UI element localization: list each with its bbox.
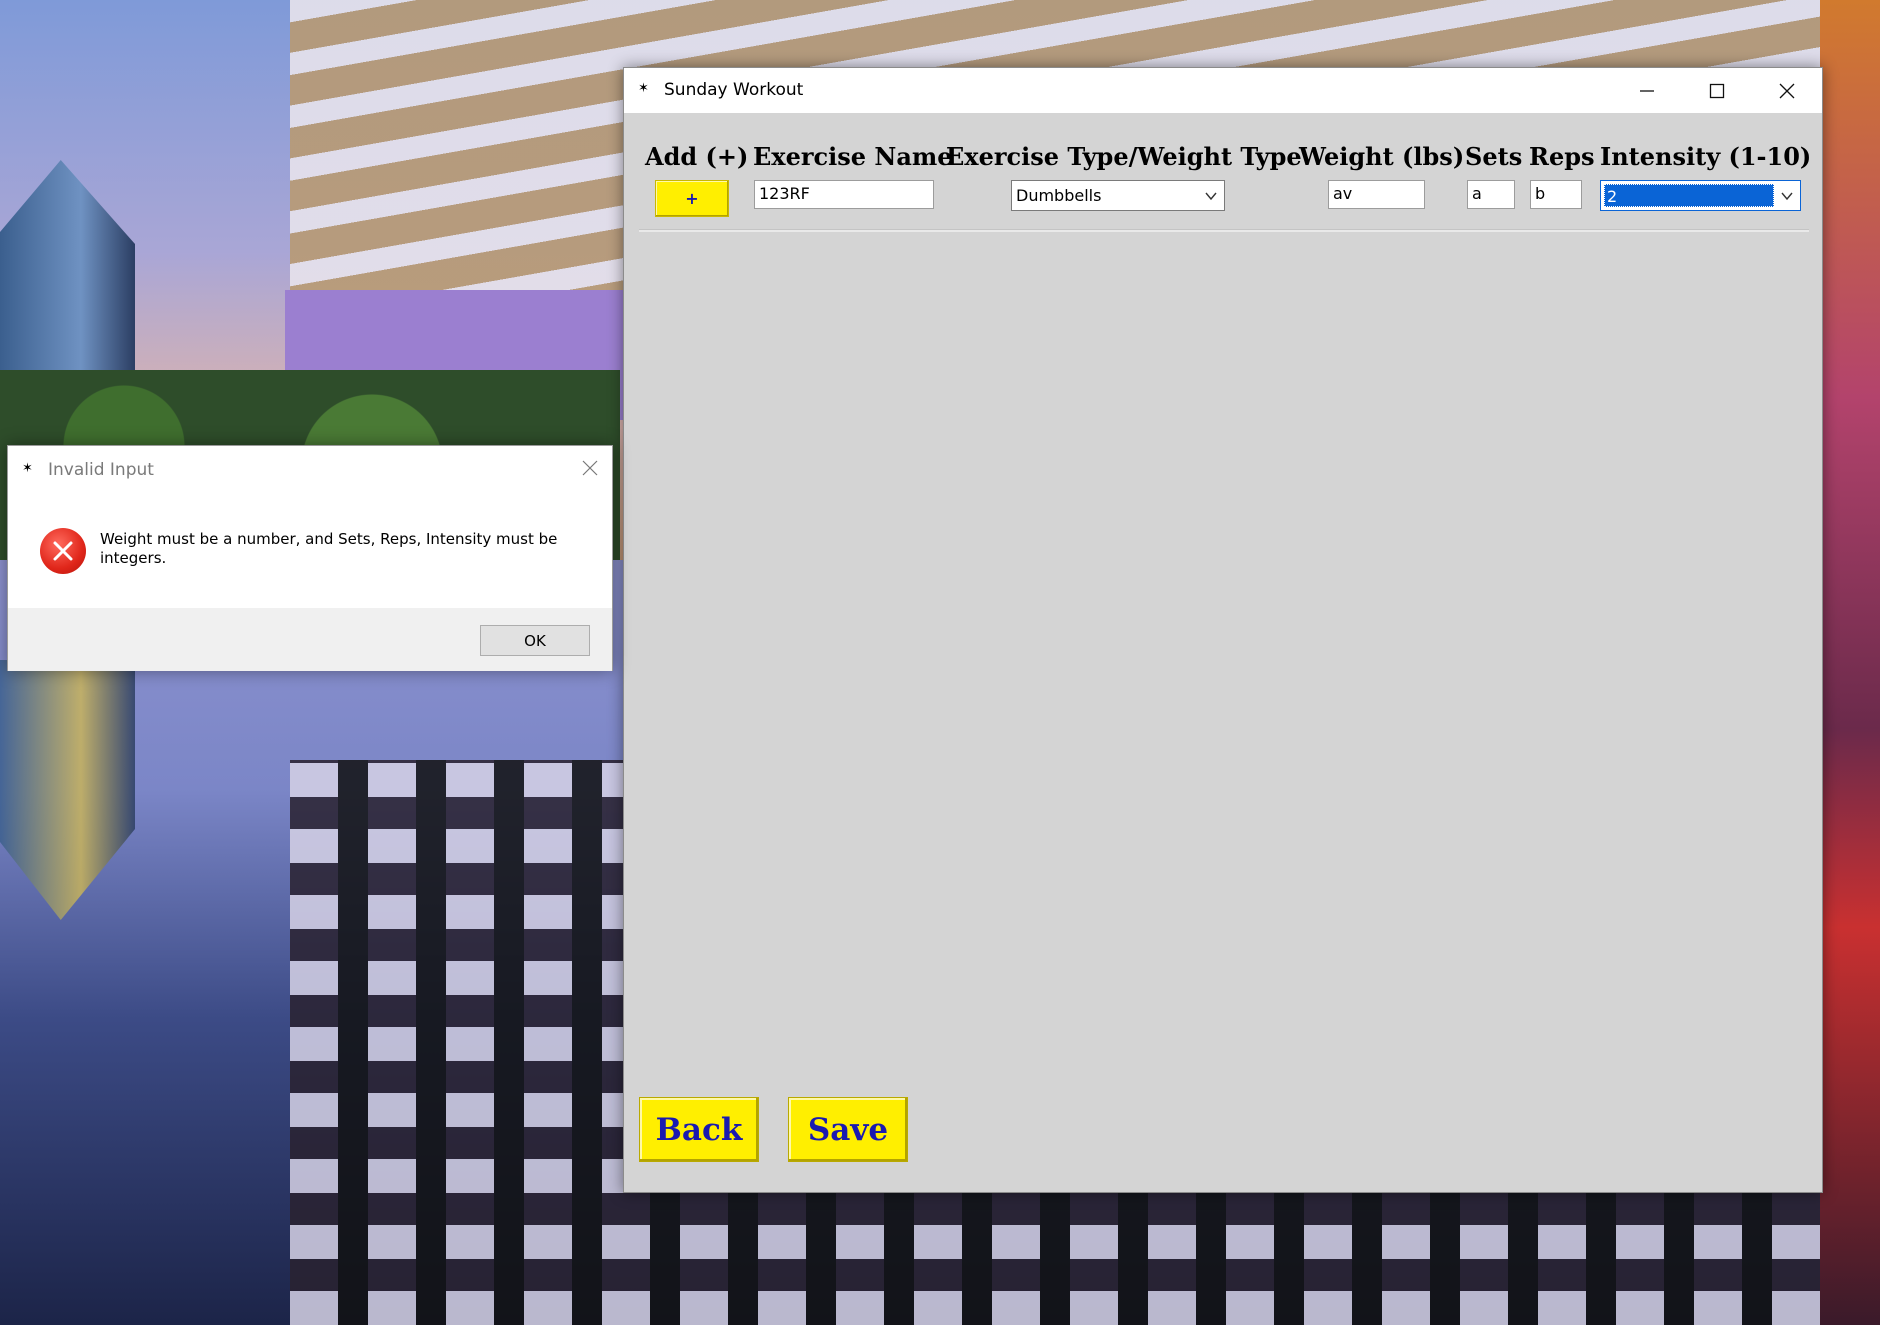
weight-input[interactable]: av <box>1328 180 1425 209</box>
header-weight: Weight (lbs) <box>1299 142 1465 171</box>
header-intensity: Intensity (1-10) <box>1600 142 1812 171</box>
invalid-input-dialog: ✶ Invalid Input Weight must be a number,… <box>7 445 613 671</box>
back-button[interactable]: Back <box>639 1097 759 1162</box>
header-reps: Reps <box>1529 142 1595 171</box>
header-exercise-name: Exercise Name <box>753 142 953 171</box>
app-feather-icon: ✶ <box>638 81 649 96</box>
intensity-select[interactable]: 2 <box>1600 180 1801 211</box>
close-icon <box>1779 83 1795 98</box>
close-button[interactable] <box>1752 68 1822 113</box>
add-exercise-button[interactable]: + <box>655 180 729 217</box>
dialog-message: Weight must be a number, and Sets, Reps,… <box>100 530 558 567</box>
maximize-button[interactable] <box>1682 68 1752 113</box>
header-exercise-type: Exercise Type/Weight Type <box>946 142 1302 171</box>
wallpaper-city-lights <box>1820 0 1880 1325</box>
header-add: Add (+) <box>645 142 749 171</box>
error-icon <box>40 528 86 574</box>
intensity-value: 2 <box>1604 184 1774 207</box>
dialog-title: Invalid Input <box>48 460 154 480</box>
minimize-button[interactable] <box>1612 68 1682 113</box>
header-sets: Sets <box>1465 142 1523 171</box>
app-feather-icon: ✶ <box>22 461 33 476</box>
exercise-type-select[interactable]: Dumbbells <box>1011 180 1225 211</box>
exercise-type-value: Dumbbells <box>1016 186 1102 205</box>
window-title: Sunday Workout <box>664 80 804 100</box>
save-button[interactable]: Save <box>788 1097 908 1162</box>
sunday-workout-window: ✶ Sunday Workout Add (+) Exercise Name E… <box>623 67 1823 1193</box>
ok-button[interactable]: OK <box>480 625 590 656</box>
window-titlebar[interactable]: ✶ Sunday Workout <box>624 68 1822 113</box>
row-divider <box>639 229 1809 232</box>
exercise-name-input[interactable]: 123RF <box>754 180 934 209</box>
reps-input[interactable]: b <box>1530 180 1582 209</box>
chevron-down-icon <box>1205 192 1217 201</box>
minimize-icon <box>1640 89 1654 92</box>
close-icon[interactable] <box>580 458 600 478</box>
chevron-down-icon <box>1781 192 1793 201</box>
sets-input[interactable]: a <box>1467 180 1515 209</box>
maximize-icon <box>1709 83 1725 98</box>
